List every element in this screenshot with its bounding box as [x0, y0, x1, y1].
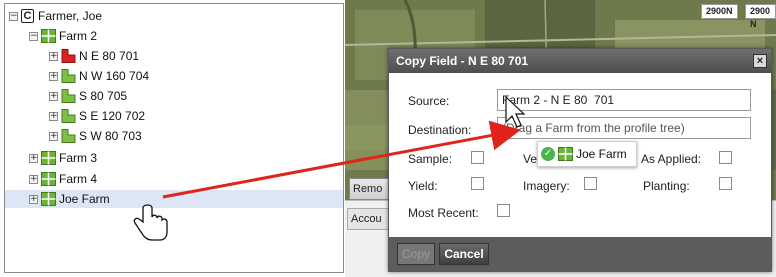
drag-arrow — [162, 120, 521, 199]
screen: 2900N 2900 N Remo Accou − C Farmer, Joe … — [0, 0, 776, 277]
annotation-overlay — [133, 95, 526, 241]
arrow-cursor-icon — [505, 95, 526, 128]
hand-cursor-icon — [133, 204, 168, 241]
